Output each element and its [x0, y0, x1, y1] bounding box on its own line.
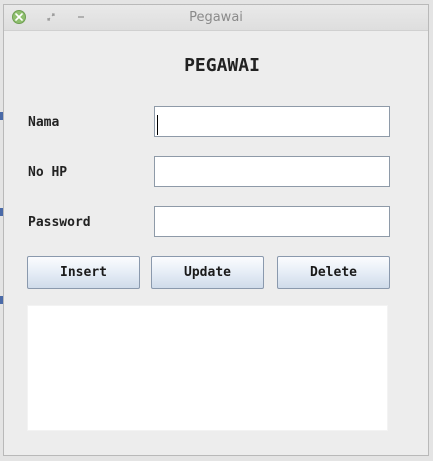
title-bar[interactable]: Pegawai [4, 5, 428, 31]
window-title: Pegawai [189, 10, 243, 25]
form-heading: PEGAWAI [184, 55, 260, 76]
no-hp-field[interactable] [154, 156, 390, 187]
output-text-area[interactable] [27, 305, 388, 431]
delete-button[interactable]: Delete [277, 256, 390, 289]
text-caret [157, 115, 158, 135]
insert-button[interactable]: Insert [27, 256, 140, 289]
nama-label: Nama [28, 115, 60, 130]
pegawai-window: Pegawai PEGAWAI Nama No HP Password Inse… [3, 4, 429, 456]
update-button[interactable]: Update [151, 256, 264, 289]
no-hp-label: No HP [28, 165, 68, 180]
password-label: Password [28, 215, 91, 230]
nama-field[interactable] [154, 106, 390, 137]
password-field[interactable] [154, 206, 390, 237]
